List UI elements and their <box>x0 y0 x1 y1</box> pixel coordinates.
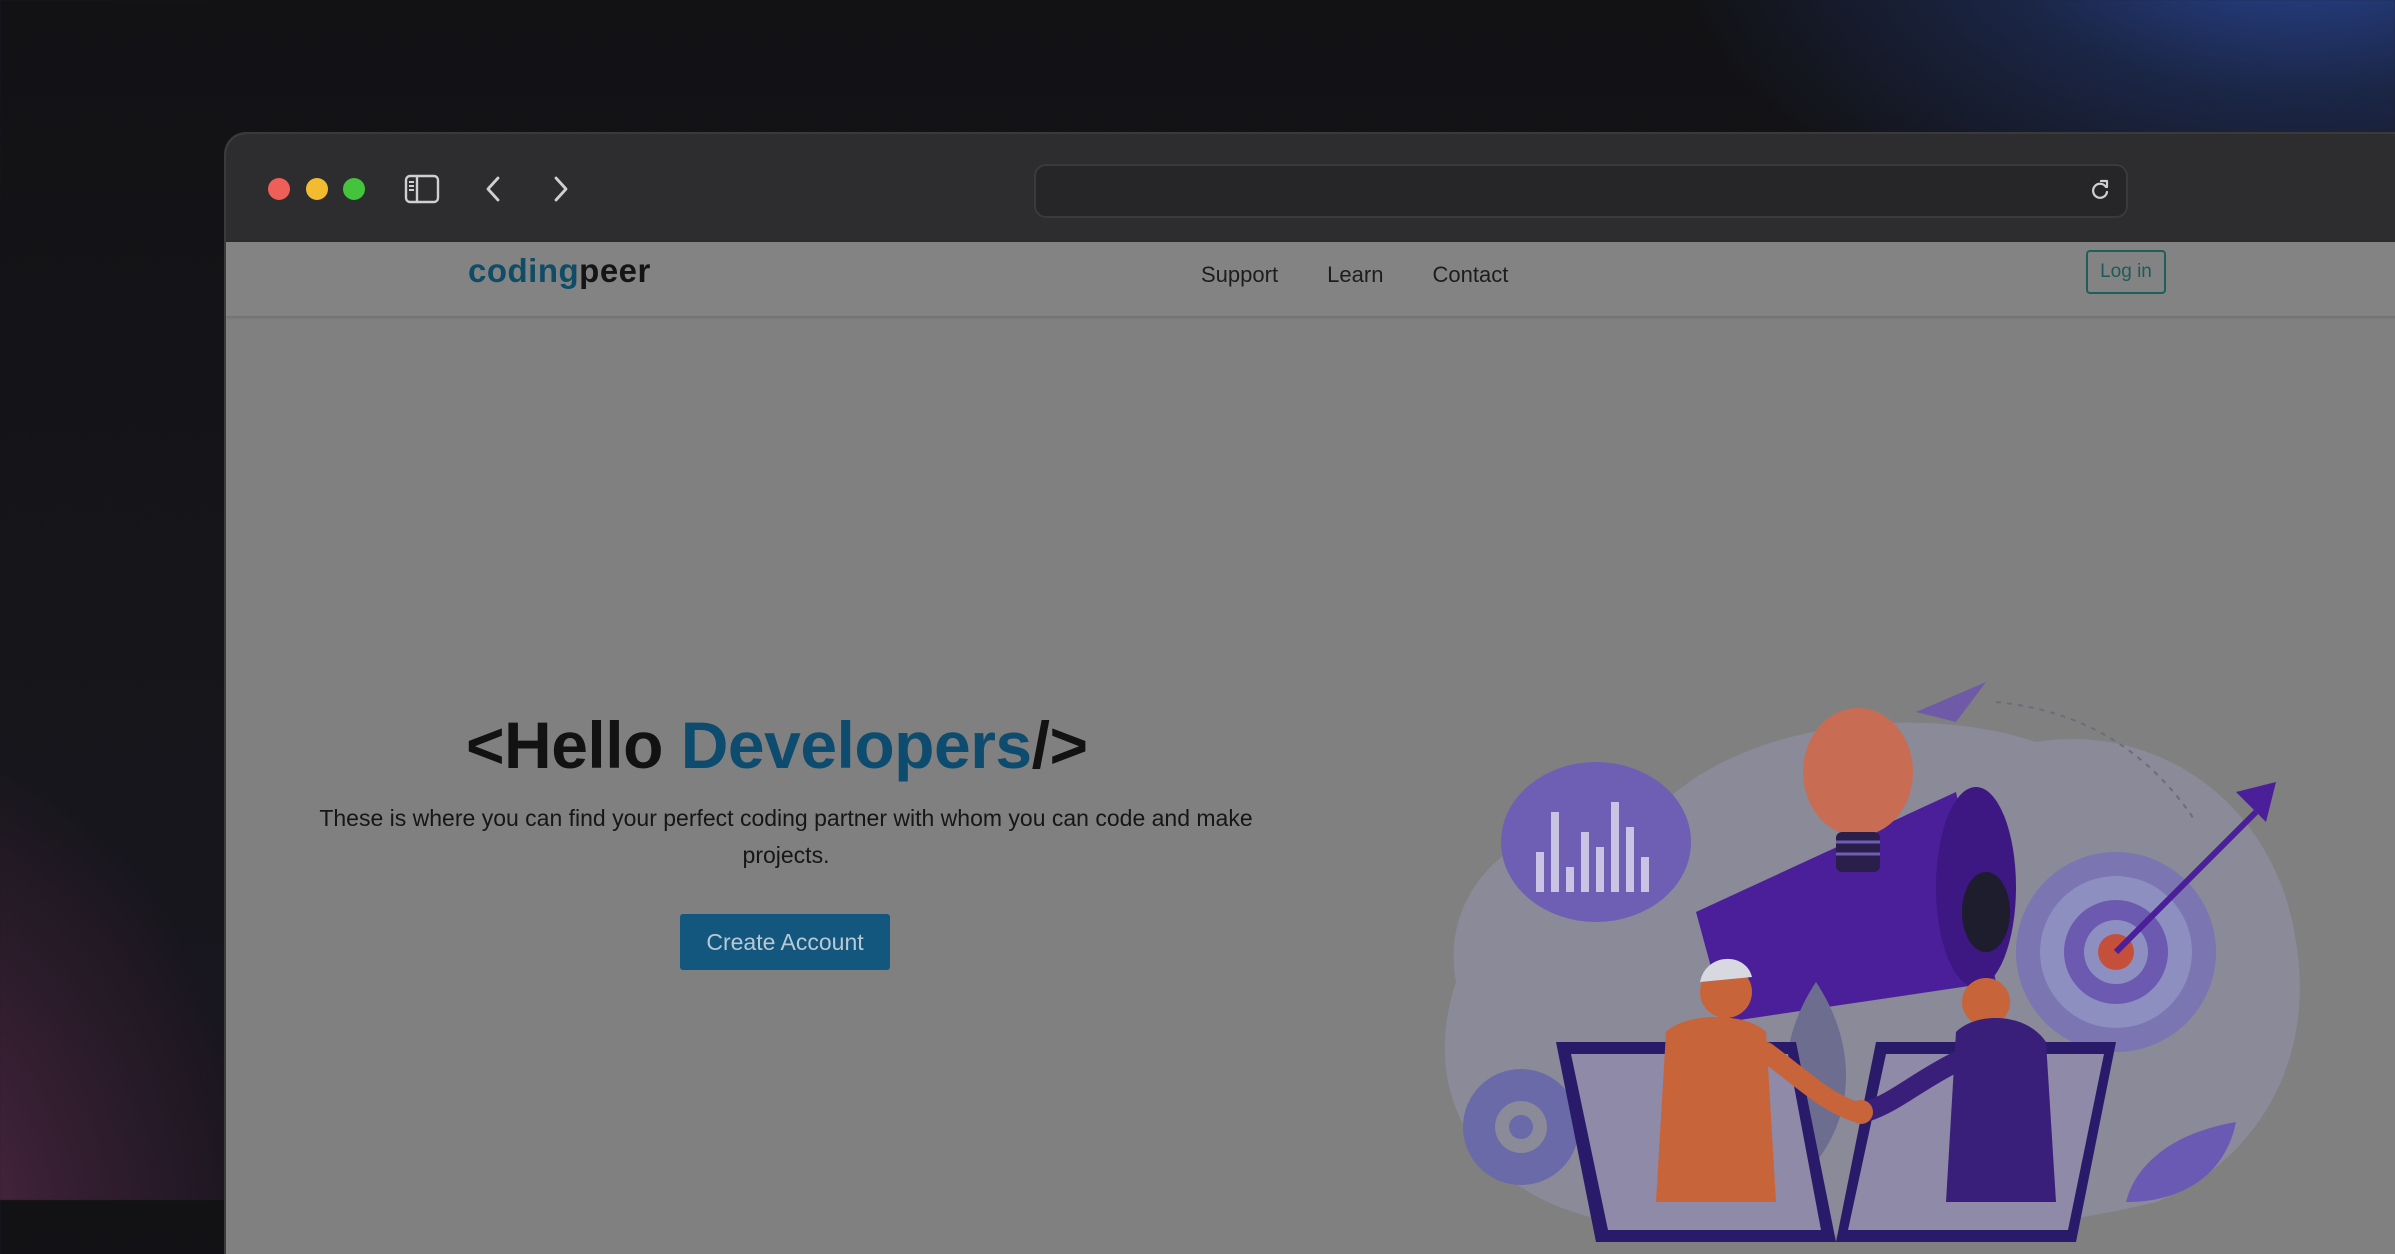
address-bar[interactable] <box>1034 164 2128 218</box>
maximize-window-button[interactable] <box>343 178 365 200</box>
logo-part-coding: coding <box>468 252 580 289</box>
nav-links: Support Learn Contact <box>1201 262 1552 288</box>
close-window-button[interactable] <box>268 178 290 200</box>
sidebar-icon[interactable] <box>404 172 440 206</box>
chevron-left-icon[interactable] <box>476 172 512 206</box>
chart-bubble-icon <box>1501 762 1691 922</box>
reload-icon[interactable] <box>2088 178 2112 202</box>
hero-title-suffix: /> <box>1031 708 1088 782</box>
login-button[interactable]: Log in <box>2086 250 2166 294</box>
hero-description: These is where you can find your perfect… <box>319 805 1253 868</box>
create-account-button[interactable]: Create Account <box>680 914 890 970</box>
site-navbar: codingpeer Support Learn Contact Log in <box>226 242 2395 316</box>
nav-link-contact[interactable]: Contact <box>1433 262 1509 288</box>
site-logo[interactable]: codingpeer <box>468 252 651 290</box>
paper-plane-icon <box>1916 682 1986 722</box>
browser-window: codingpeer Support Learn Contact Log in … <box>226 134 2395 1254</box>
nav-link-support[interactable]: Support <box>1201 262 1278 288</box>
minimize-window-button[interactable] <box>306 178 328 200</box>
hero-title-highlight: Developers <box>680 708 1032 782</box>
logo-part-peer: peer <box>579 252 651 289</box>
browser-titlebar <box>226 134 2395 244</box>
chevron-right-icon[interactable] <box>542 172 578 206</box>
developers-handshake-illustration <box>1444 682 2300 1242</box>
nav-link-learn[interactable]: Learn <box>1327 262 1383 288</box>
web-page: codingpeer Support Learn Contact Log in … <box>226 242 2395 1254</box>
hero-title-prefix: <Hello <box>466 708 681 782</box>
